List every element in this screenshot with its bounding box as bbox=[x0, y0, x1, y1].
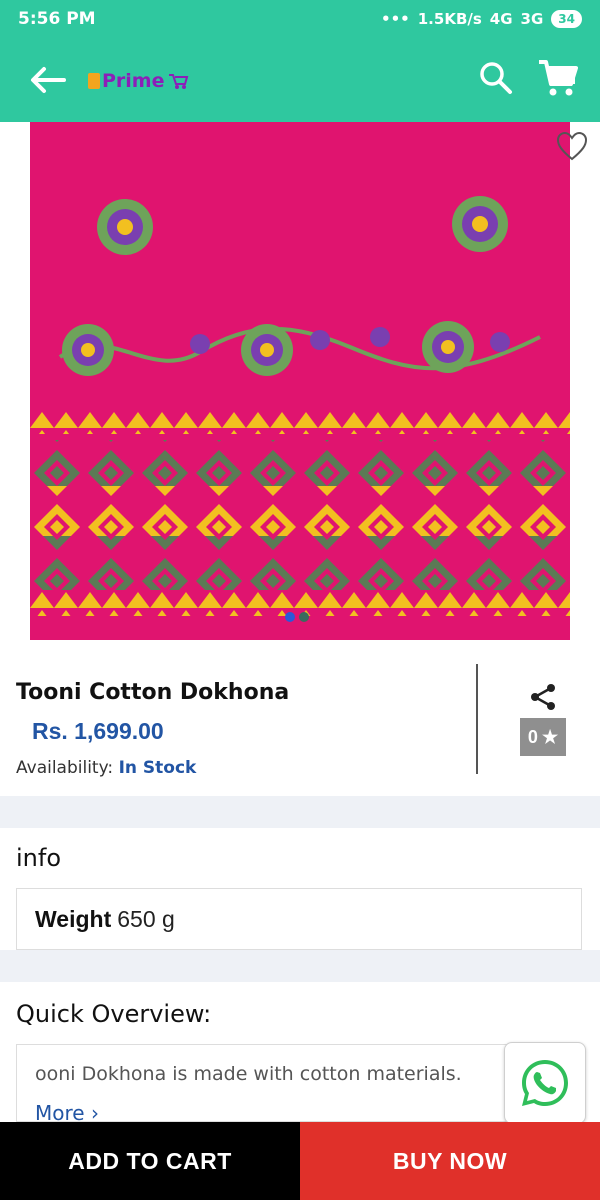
info-title: info bbox=[16, 844, 62, 872]
whatsapp-button[interactable] bbox=[504, 1042, 586, 1124]
brand-name: Prime bbox=[102, 70, 165, 92]
battery-indicator: 34 bbox=[551, 10, 582, 28]
brand-logo[interactable]: Prime bbox=[88, 70, 189, 92]
product-name: Tooni Cotton Dokhona bbox=[16, 680, 290, 705]
carousel-indicator bbox=[285, 612, 309, 622]
star-icon: ★ bbox=[541, 726, 559, 747]
lock-icon bbox=[88, 73, 100, 89]
overview-title: Quick Overview: bbox=[16, 1000, 212, 1028]
cart-icon[interactable] bbox=[536, 58, 580, 98]
carousel-dot[interactable] bbox=[299, 612, 309, 622]
rating-badge[interactable]: 0 ★ bbox=[520, 718, 566, 756]
rating-value: 0 bbox=[527, 726, 538, 747]
cart-logo-icon bbox=[168, 74, 188, 89]
share-icon[interactable] bbox=[528, 682, 558, 712]
product-image-carousel[interactable] bbox=[0, 122, 600, 642]
fabric-pattern bbox=[30, 122, 570, 640]
info-section: info Weight 650 g bbox=[0, 828, 600, 950]
more-link[interactable]: More › bbox=[35, 1101, 99, 1121]
product-summary: Tooni Cotton Dokhona Rs. 1,699.00 Availa… bbox=[0, 642, 600, 796]
whatsapp-icon bbox=[522, 1060, 568, 1106]
status-indicators: ••• 1.5KB/s 4G 3G 34 bbox=[381, 10, 582, 28]
bottom-action-bar: ADD TO CART BUY NOW bbox=[0, 1122, 600, 1200]
signal-4g: 4G bbox=[489, 10, 513, 28]
vertical-divider bbox=[476, 664, 478, 774]
weight-label: Weight bbox=[35, 905, 112, 932]
more-notifications-icon: ••• bbox=[380, 10, 410, 28]
overview-box: ooni Dokhona is made with cotton materia… bbox=[16, 1044, 582, 1122]
weight-value: 650 g bbox=[117, 905, 175, 932]
status-time: 5:56 PM bbox=[18, 9, 96, 29]
weight-row: Weight 650 g bbox=[16, 888, 582, 950]
status-bar: 5:56 PM ••• 1.5KB/s 4G 3G 34 bbox=[0, 0, 600, 38]
app-toolbar: Prime bbox=[0, 38, 600, 122]
wishlist-heart-icon[interactable] bbox=[555, 130, 589, 164]
network-speed: 1.5KB/s bbox=[417, 10, 482, 28]
product-price: Rs. 1,699.00 bbox=[32, 718, 164, 744]
signal-3g: 3G bbox=[520, 10, 544, 28]
availability: Availability: In Stock bbox=[16, 758, 196, 778]
search-icon[interactable] bbox=[476, 58, 516, 98]
product-image bbox=[30, 122, 570, 640]
availability-value: In Stock bbox=[118, 758, 197, 778]
add-to-cart-button[interactable]: ADD TO CART bbox=[0, 1122, 300, 1200]
availability-label: Availability: bbox=[16, 758, 114, 778]
back-arrow-icon[interactable] bbox=[26, 60, 70, 100]
overview-description: ooni Dokhona is made with cotton materia… bbox=[35, 1063, 462, 1085]
buy-now-button[interactable]: BUY NOW bbox=[300, 1122, 600, 1200]
carousel-dot-active[interactable] bbox=[285, 612, 295, 622]
